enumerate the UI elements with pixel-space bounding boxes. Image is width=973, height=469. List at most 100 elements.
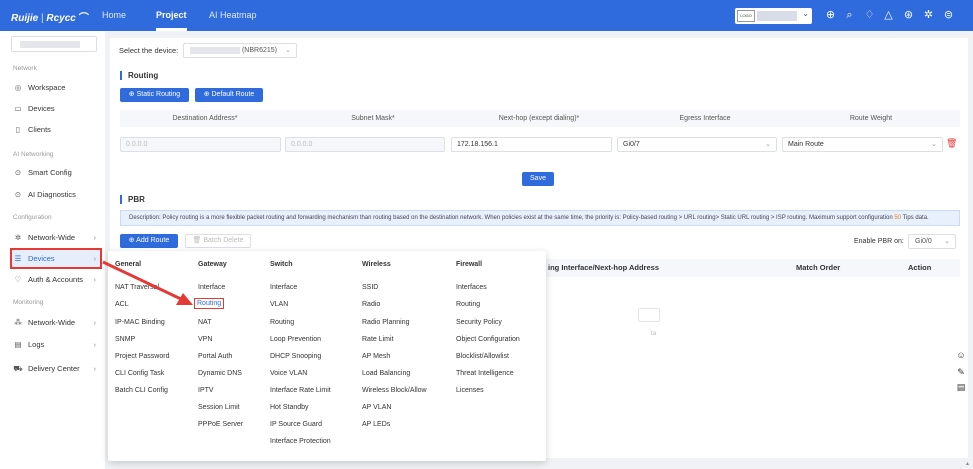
sidebar-item-devices-config[interactable]: ☰ Devices › xyxy=(10,248,102,269)
sidebar-item-workspace[interactable]: ◎ Workspace xyxy=(12,79,100,96)
sidebar-section-monitoring: Monitoring xyxy=(13,299,44,306)
menu-item-wl-radio[interactable]: Radio xyxy=(362,301,380,308)
cloud-logo-icon: ⌒ xyxy=(78,13,89,24)
menu-item-ip-mac-binding[interactable]: IP-MAC Binding xyxy=(115,319,165,326)
nav-home[interactable]: Home xyxy=(102,0,126,31)
brand-mark: Ruijie xyxy=(11,13,39,24)
default-route-label: Default Route xyxy=(211,91,255,98)
col-destination: Destination Address* xyxy=(172,115,238,122)
sidebar-item-label: Workspace xyxy=(28,83,66,92)
menu-item-fw-threat-intelligence[interactable]: Threat Intelligence xyxy=(456,370,514,377)
menu-item-wl-block-allow[interactable]: Wireless Block/Allow xyxy=(362,387,427,394)
menu-item-gw-dynamic-dns[interactable]: Dynamic DNS xyxy=(198,370,242,377)
menu-item-gw-nat[interactable]: NAT xyxy=(198,319,211,326)
project-selector[interactable] xyxy=(11,36,97,52)
menu-col-firewall: Firewall xyxy=(456,261,483,268)
menu-item-sw-voice-vlan[interactable]: Voice VLAN xyxy=(270,370,307,377)
menu-item-fw-interfaces[interactable]: Interfaces xyxy=(456,284,487,291)
bell-icon[interactable]: ♢ xyxy=(862,8,877,23)
menu-item-gw-interface[interactable]: Interface xyxy=(198,284,225,291)
menu-item-sw-dhcp-snooping[interactable]: DHCP Snooping xyxy=(270,353,321,360)
sidebar-item-monitor-network-wide[interactable]: ⁂ Network-Wide › xyxy=(12,314,100,331)
sidebar-item-label: Devices xyxy=(28,104,55,113)
batch-delete-button[interactable]: 🗑 Batch Delete xyxy=(185,234,251,248)
clipboard-icon[interactable]: ▤ xyxy=(955,382,967,394)
default-route-button[interactable]: ⊕ Default Route xyxy=(195,88,263,102)
brand-logo[interactable]: Ruijie | Rcycc ⌒ xyxy=(11,9,89,24)
menu-item-sw-ip-source-guard[interactable]: IP Source Guard xyxy=(270,421,322,428)
enable-pbr-select[interactable]: Gi0/0 ⌄ xyxy=(908,234,956,249)
menu-item-sw-hot-standby[interactable]: Hot Standby xyxy=(270,404,309,411)
menu-item-sw-interface-protection[interactable]: Interface Protection xyxy=(270,438,331,445)
search-icon[interactable]: ⌕ xyxy=(842,8,857,23)
menu-item-sw-loop-prevention[interactable]: Loop Prevention xyxy=(270,336,321,343)
sidebar-item-network-wide[interactable]: ✲ Network-Wide › xyxy=(12,229,100,246)
globe-icon[interactable]: ⊛ xyxy=(901,8,916,23)
sidebar-item-clients[interactable]: ▯ Clients xyxy=(12,121,100,138)
menu-item-gw-routing[interactable]: Routing xyxy=(193,298,225,309)
alert-icon[interactable]: △ xyxy=(881,8,896,23)
menu-item-wl-ssid[interactable]: SSID xyxy=(362,284,378,291)
add-circle-icon[interactable]: ⊕ xyxy=(823,8,838,23)
menu-item-gw-session-limit[interactable]: Session Limit xyxy=(198,404,240,411)
sidebar-item-auth-accounts[interactable]: ♡ Auth & Accounts › xyxy=(12,271,100,288)
menu-item-batch-cli-config[interactable]: Batch CLI Config xyxy=(115,387,168,394)
route-weight-value: Main Route xyxy=(788,141,824,148)
device-name-redacted xyxy=(190,46,240,54)
sidebar-item-delivery-center[interactable]: ⛟ Delivery Center › xyxy=(12,360,100,377)
egress-select[interactable]: Gi0/7 ⌄ xyxy=(617,137,777,152)
route-weight-select[interactable]: Main Route ⌄ xyxy=(782,137,943,152)
menu-item-gw-iptv[interactable]: IPTV xyxy=(198,387,214,394)
col-action: Action xyxy=(908,263,932,272)
no-data-icon xyxy=(638,308,660,322)
chevron-right-icon: › xyxy=(93,340,97,349)
brand-name: Rcycc xyxy=(46,13,76,24)
devices-icon: ▭ xyxy=(14,104,22,113)
sidebar-item-label: Logs xyxy=(28,340,45,349)
feedback-icon[interactable]: ✎ xyxy=(955,367,967,379)
menu-item-fw-security-policy[interactable]: Security Policy xyxy=(456,319,502,326)
menu-item-fw-licenses[interactable]: Licenses xyxy=(456,387,484,394)
menu-item-sw-routing[interactable]: Routing xyxy=(270,319,294,326)
menu-item-project-password[interactable]: Project Password xyxy=(115,353,169,360)
batch-delete-label: Batch Delete xyxy=(203,237,244,244)
chat-icon[interactable]: ☺ xyxy=(955,350,967,362)
sidebar-item-ai-diagnostics[interactable]: ⊙ AI Diagnostics xyxy=(12,186,100,203)
menu-item-wl-load-balancing[interactable]: Load Balancing xyxy=(362,370,410,377)
menu-item-sw-interface[interactable]: Interface xyxy=(270,284,297,291)
trash-icon: 🗑 xyxy=(192,237,204,244)
device-select[interactable]: (NBR6215) ⌄ xyxy=(183,43,297,58)
menu-item-wl-ap-leds[interactable]: AP LEDs xyxy=(362,421,390,428)
sidebar-item-smart-config[interactable]: ⊙ Smart Config xyxy=(12,164,100,181)
menu-item-wl-ap-vlan[interactable]: AP VLAN xyxy=(362,404,391,411)
menu-item-gw-pppoe-server[interactable]: PPPoE Server xyxy=(198,421,243,428)
static-routing-button[interactable]: ⊕ Static Routing xyxy=(120,88,189,102)
menu-item-sw-interface-rate-limit[interactable]: Interface Rate Limit xyxy=(270,387,331,394)
menu-item-fw-routing[interactable]: Routing xyxy=(456,301,480,308)
menu-item-gw-vpn[interactable]: VPN xyxy=(198,336,212,343)
menu-item-snmp[interactable]: SNMP xyxy=(115,336,135,343)
destination-input[interactable]: 0.0.0.0 xyxy=(120,137,281,152)
menu-item-fw-object-configuration[interactable]: Object Configuration xyxy=(456,336,520,343)
menu-item-acl[interactable]: ACL xyxy=(115,301,129,308)
nav-ai-heatmap[interactable]: AI Heatmap xyxy=(209,0,257,31)
menu-item-fw-blocklist-allowlist[interactable]: Blocklist/Allowlist xyxy=(456,353,509,360)
next-hop-input[interactable]: 172.18.156.1 xyxy=(451,137,612,152)
menu-item-nat-traversal[interactable]: NAT Traversal xyxy=(115,284,159,291)
account-switcher[interactable]: LOGO ⌄ xyxy=(735,8,812,24)
sidebar-item-logs[interactable]: ▤ Logs › xyxy=(12,336,100,353)
gear-icon[interactable]: ✲ xyxy=(921,8,936,23)
menu-item-cli-config-task[interactable]: CLI Config Task xyxy=(115,370,164,377)
menu-item-wl-ap-mesh[interactable]: AP Mesh xyxy=(362,353,390,360)
user-icon[interactable]: ⊜ xyxy=(941,8,956,23)
subnet-mask-input[interactable]: 0.0.0.0 xyxy=(285,137,445,152)
menu-item-wl-rate-limit[interactable]: Rate Limit xyxy=(362,336,394,343)
menu-item-gw-portal-auth[interactable]: Portal Auth xyxy=(198,353,232,360)
sidebar-item-devices[interactable]: ▭ Devices xyxy=(12,100,100,117)
menu-item-wl-radio-planning[interactable]: Radio Planning xyxy=(362,319,409,326)
nav-project[interactable]: Project xyxy=(156,0,187,31)
delete-row-icon[interactable]: 🗑 xyxy=(946,138,957,149)
menu-item-sw-vlan[interactable]: VLAN xyxy=(270,301,288,308)
save-button[interactable]: Save xyxy=(522,172,554,186)
add-route-button[interactable]: ⊕ Add Route xyxy=(120,234,178,248)
